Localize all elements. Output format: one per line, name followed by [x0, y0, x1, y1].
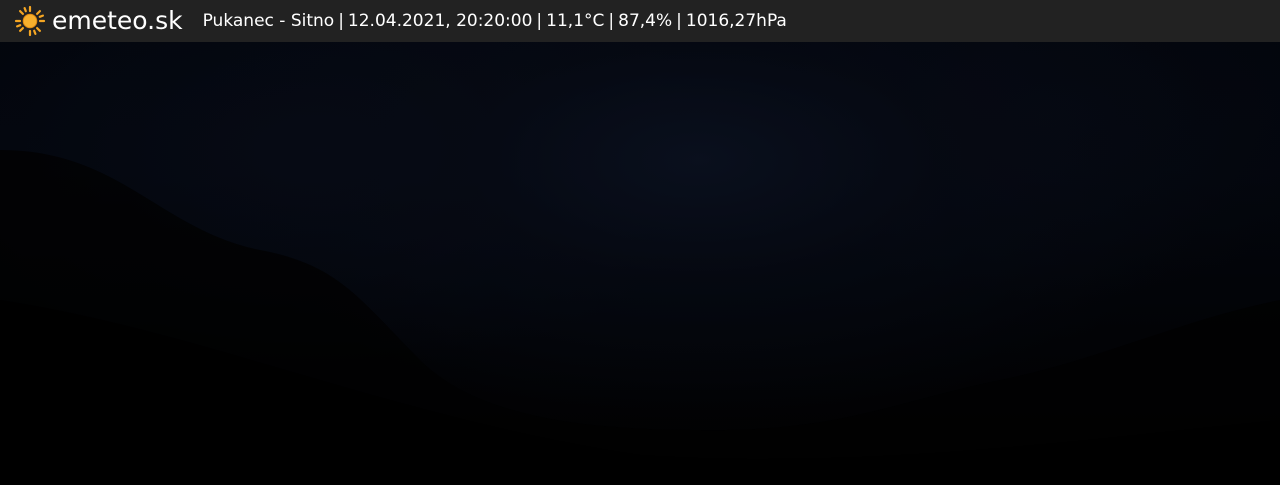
- separator: |: [608, 11, 615, 31]
- brand-name: emeteo.sk: [52, 6, 183, 35]
- webcam-view: emeteo.sk Pukanec - Sitno | 12.04.2021, …: [0, 0, 1280, 485]
- temperature-value: 11,1°C: [546, 11, 605, 31]
- sun-icon: [14, 5, 46, 37]
- separator: |: [676, 11, 682, 31]
- separator: |: [536, 11, 543, 31]
- emeteo-logo[interactable]: emeteo.sk: [14, 0, 183, 42]
- hills-silhouette: [0, 150, 1280, 485]
- top-bar: emeteo.sk Pukanec - Sitno | 12.04.2021, …: [0, 0, 1280, 42]
- weather-info: Pukanec - Sitno | 12.04.2021, 20:20:00 |…: [203, 0, 787, 42]
- pressure-value: 1016,27hPa: [685, 11, 787, 31]
- datetime-label: 12.04.2021, 20:20:00: [347, 11, 533, 31]
- location-label: Pukanec - Sitno: [202, 11, 335, 31]
- separator: |: [338, 11, 344, 31]
- humidity-value: 87,4%: [618, 11, 673, 31]
